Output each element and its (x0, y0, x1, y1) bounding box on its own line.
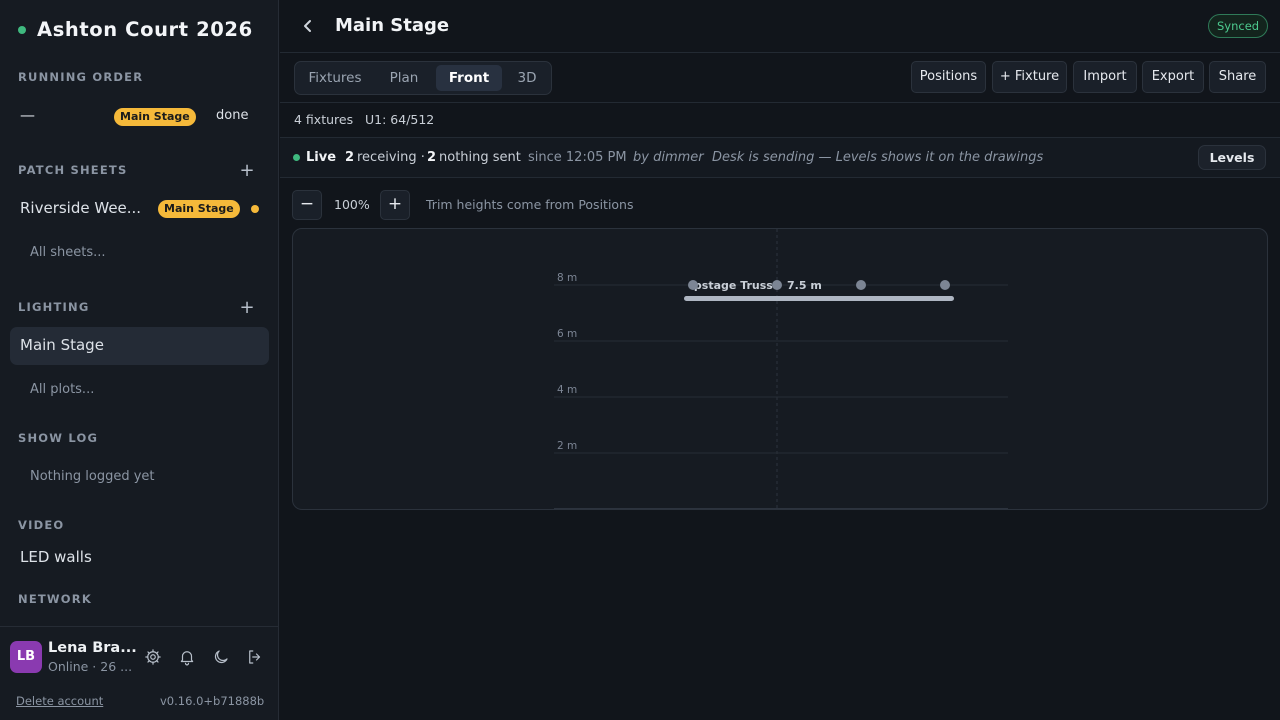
running-order-status: done (216, 108, 249, 123)
fixture-marker[interactable] (940, 280, 950, 290)
zoom-in-button[interactable]: + (380, 190, 410, 220)
version-label: v0.16.0+b71888b (160, 694, 265, 708)
network-heading: NETWORK (18, 592, 92, 606)
logout-icon[interactable] (246, 648, 264, 666)
user-status: Online · 26 ... (48, 659, 133, 674)
import-button[interactable]: Import (1073, 61, 1137, 93)
positions-button[interactable]: Positions (911, 61, 986, 93)
fixture-marker[interactable] (772, 280, 782, 290)
video-heading: VIDEO (18, 518, 65, 532)
moon-icon[interactable] (212, 648, 230, 666)
share-button[interactable]: Share (1209, 61, 1266, 93)
height-label: 6 m (557, 328, 577, 340)
fixture-marker[interactable] (688, 280, 698, 290)
height-label: 2 m (557, 440, 577, 452)
since-time: since 12:05 PM (528, 150, 627, 165)
tab-front[interactable]: Front (436, 65, 502, 91)
add-patch-sheet-button[interactable]: + (238, 162, 256, 180)
add-plot-button[interactable]: + (238, 299, 256, 317)
header: Main Stage Synced (280, 0, 1280, 53)
divider (0, 626, 279, 627)
live-note: Desk is sending — Levels shows it on the… (712, 150, 1044, 165)
show-log-heading: SHOW LOG (18, 431, 99, 445)
zoom-controls: − 100% + Trim heights come from Position… (280, 178, 1280, 228)
height-label: 8 m (557, 272, 577, 284)
user-row: LB Lena Bra... Online · 26 ... (10, 640, 268, 676)
truss-label: Upstage Truss (685, 279, 773, 292)
toolbar: Fixtures Plan Front 3D Positions + Fixtu… (280, 53, 1280, 103)
truss-height: 7.5 m (787, 279, 822, 292)
levels-button[interactable]: Levels (1198, 145, 1266, 170)
live-status-bar: Live 2 receiving · 2 nothing sent since … (280, 138, 1280, 178)
live-label: Live (306, 150, 337, 165)
add-fixture-button[interactable]: + Fixture (992, 61, 1067, 93)
app-title-text: Ashton Court 2026 (37, 18, 253, 41)
source-label: by dimmer (633, 150, 704, 165)
zoom-out-button[interactable]: − (292, 190, 322, 220)
nothing-sent-text: nothing sent (439, 150, 521, 165)
fixture-count: 4 fixtures (294, 112, 354, 127)
running-order-label: — (20, 106, 35, 124)
front-view-canvas[interactable]: 8 m 6 m 4 m 2 m Upstage Truss 7.5 m (292, 228, 1268, 510)
export-button[interactable]: Export (1142, 61, 1204, 93)
patch-sheets-heading: PATCH SHEETS (18, 163, 128, 177)
live-dot (293, 154, 300, 161)
back-arrow-icon[interactable] (298, 16, 318, 36)
zoom-level: 100% (334, 197, 370, 212)
receiving-text: receiving · (357, 150, 425, 165)
patch-sheet-label: Riverside Wee... (20, 199, 142, 217)
stage-badge: Main Stage (114, 108, 196, 126)
universe-usage: U1: 64/512 (365, 112, 435, 127)
view-tabs: Fixtures Plan Front 3D (294, 61, 552, 95)
page-title: Main Stage (335, 15, 450, 36)
height-label: 4 m (557, 384, 577, 396)
front-elevation: 8 m 6 m 4 m 2 m Upstage Truss 7.5 m (554, 229, 1008, 509)
nothing-sent-count: 2 (427, 150, 437, 165)
running-order-heading: RUNNING ORDER (18, 70, 144, 84)
info-bar: 4 fixtures U1: 64/512 (280, 103, 1280, 138)
user-name: Lena Bra... (48, 640, 137, 656)
sync-status-badge: Synced (1208, 14, 1269, 38)
main-stage-label: Main Stage (20, 336, 104, 354)
show-log-empty: Nothing logged yet (30, 469, 155, 484)
delete-account-link[interactable]: Delete account (16, 694, 103, 708)
unsaved-dot (251, 205, 259, 213)
gear-icon[interactable] (144, 648, 162, 666)
zoom-hint: Trim heights come from Positions (426, 197, 634, 212)
sidebar-item-led-walls[interactable]: LED walls (20, 548, 92, 566)
main-panel: Main Stage Synced Fixtures Plan Front 3D… (280, 0, 1280, 720)
app-title[interactable]: Ashton Court 2026 (18, 18, 253, 41)
tab-plan[interactable]: Plan (375, 65, 433, 91)
stage-badge: Main Stage (158, 200, 240, 218)
tab-3d[interactable]: 3D (505, 65, 549, 91)
avatar[interactable]: LB (10, 641, 42, 673)
bell-icon[interactable] (178, 648, 196, 666)
all-sheets-link[interactable]: All sheets... (30, 245, 106, 260)
lighting-heading: LIGHTING (18, 300, 90, 314)
fixture-marker[interactable] (856, 280, 866, 290)
receiving-count: 2 (345, 150, 355, 165)
status-dot (18, 25, 26, 34)
all-plots-link[interactable]: All plots... (30, 382, 94, 397)
sidebar-item-main-stage[interactable]: Main Stage (10, 327, 269, 365)
tab-fixtures[interactable]: Fixtures (299, 65, 371, 91)
sidebar: Ashton Court 2026 RUNNING ORDER — Main S… (0, 0, 279, 720)
truss-bar[interactable] (684, 296, 954, 301)
